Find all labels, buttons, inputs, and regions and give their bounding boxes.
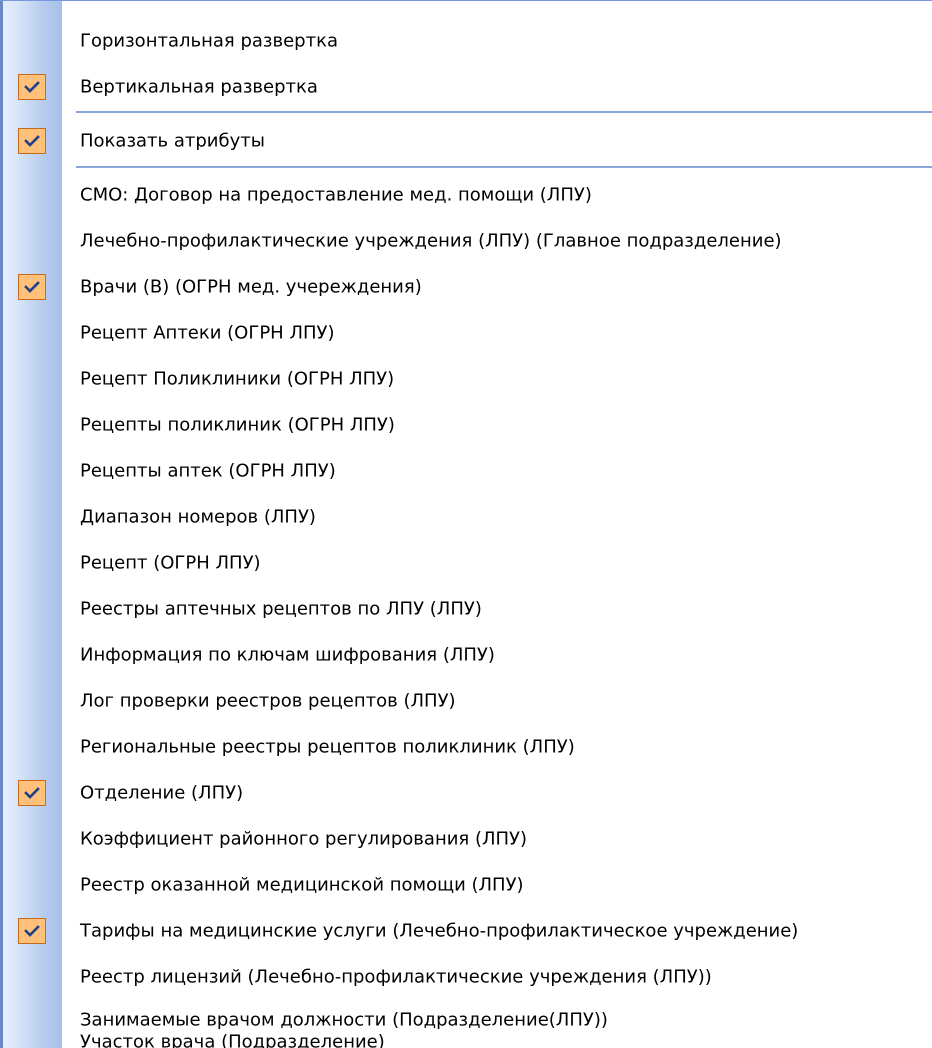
menu-item-lpu-main-division[interactable]: Лечебно-профилактические учреждения (ЛПУ… <box>0 218 932 264</box>
menu-item-pharmacy-prescription[interactable]: Рецепт Аптеки (ОГРН ЛПУ) <box>0 310 932 356</box>
menu-item-prescription[interactable]: Рецепт (ОГРН ЛПУ) <box>0 540 932 586</box>
menu-item-license-registry[interactable]: Реестр лицензий (Лечебно-профилактически… <box>0 954 932 1000</box>
menu-item-label: Занимаемые врачом должности (Подразделен… <box>80 1009 608 1031</box>
menu-item-label: Реестры аптечных рецептов по ЛПУ (ЛПУ) <box>80 598 482 620</box>
menu-item-horizontal-layout[interactable]: Горизонтальная развертка <box>0 18 932 64</box>
menu-item-clinic-prescription[interactable]: Рецепт Поликлиники (ОГРН ЛПУ) <box>0 356 932 402</box>
menu-item-regional-registries[interactable]: Региональные реестры рецептов поликлиник… <box>0 724 932 770</box>
menu-item-label: Рецепт Поликлиники (ОГРН ЛПУ) <box>80 368 395 390</box>
menu-item-label: Рецепты аптек (ОГРН ЛПУ) <box>80 460 336 482</box>
menu-item-doctors[interactable]: Врачи (В) (ОГРН мед. учереждения) <box>0 264 932 310</box>
checkmark-icon <box>18 274 46 300</box>
context-menu: Горизонтальная развертка Вертикальная ра… <box>0 0 932 1048</box>
menu-item-encryption-keys[interactable]: Информация по ключам шифрования (ЛПУ) <box>0 632 932 678</box>
menu-item-label: Показать атрибуты <box>80 130 265 152</box>
menu-separator <box>76 166 932 168</box>
menu-item-department[interactable]: Отделение (ЛПУ) <box>0 770 932 816</box>
menu-item-number-range[interactable]: Диапазон номеров (ЛПУ) <box>0 494 932 540</box>
menu-item-pharmacy-registries[interactable]: Реестры аптечных рецептов по ЛПУ (ЛПУ) <box>0 586 932 632</box>
menu-item-label: Лечебно-профилактические учреждения (ЛПУ… <box>80 230 782 252</box>
menu-item-pharmacies-prescriptions[interactable]: Рецепты аптек (ОГРН ЛПУ) <box>0 448 932 494</box>
menu-item-label: Врачи (В) (ОГРН мед. учереждения) <box>80 276 422 298</box>
checkmark-icon <box>18 780 46 806</box>
menu-item-label: Лог проверки реестров рецептов (ЛПУ) <box>80 690 456 712</box>
menu-item-label: Реестр лицензий (Лечебно-профилактически… <box>80 966 712 988</box>
menu-item-label: Рецепты поликлиник (ОГРН ЛПУ) <box>80 414 395 436</box>
checkmark-icon <box>18 918 46 944</box>
menu-item-label: Горизонтальная развертка <box>80 30 338 52</box>
menu-item-medical-care-registry[interactable]: Реестр оказанной медицинской помощи (ЛПУ… <box>0 862 932 908</box>
checkmark-icon <box>18 74 46 100</box>
menu-item-label: Коэффициент районного регулирования (ЛПУ… <box>80 828 528 850</box>
menu-item-label: Региональные реестры рецептов поликлиник… <box>80 736 575 758</box>
menu-item-regional-coefficient[interactable]: Коэффициент районного регулирования (ЛПУ… <box>0 816 932 862</box>
menu-item-label: Участок врача (Подразделение) <box>80 1033 385 1048</box>
menu-item-label: Отделение (ЛПУ) <box>80 782 244 804</box>
menu-item-label: Диапазон номеров (ЛПУ) <box>80 506 316 528</box>
menu-item-label: Рецепт Аптеки (ОГРН ЛПУ) <box>80 322 335 344</box>
menu-item-smo-contract[interactable]: СМО: Договор на предоставление мед. помо… <box>0 172 932 218</box>
menu-item-label: Рецепт (ОГРН ЛПУ) <box>80 552 261 574</box>
menu-item-clinics-prescriptions[interactable]: Рецепты поликлиник (ОГРН ЛПУ) <box>0 402 932 448</box>
menu-item-label: Информация по ключам шифрования (ЛПУ) <box>80 644 495 666</box>
menu-separator <box>76 111 932 113</box>
menu-item-show-attributes[interactable]: Показать атрибуты <box>0 118 932 164</box>
menu-item-registry-check-log[interactable]: Лог проверки реестров рецептов (ЛПУ) <box>0 678 932 724</box>
checkmark-icon <box>18 128 46 154</box>
menu-item-label: СМО: Договор на предоставление мед. помо… <box>80 184 592 206</box>
menu-item-medical-service-tariffs[interactable]: Тарифы на медицинские услуги (Лечебно-пр… <box>0 908 932 954</box>
menu-item-vertical-layout[interactable]: Вертикальная развертка <box>0 64 932 110</box>
menu-item-label: Тарифы на медицинские услуги (Лечебно-пр… <box>80 920 799 942</box>
menu-item-doctor-district[interactable]: Участок врача (Подразделение) <box>0 1033 932 1048</box>
menu-item-label: Вертикальная развертка <box>80 76 318 98</box>
menu-item-label: Реестр оказанной медицинской помощи (ЛПУ… <box>80 874 524 896</box>
